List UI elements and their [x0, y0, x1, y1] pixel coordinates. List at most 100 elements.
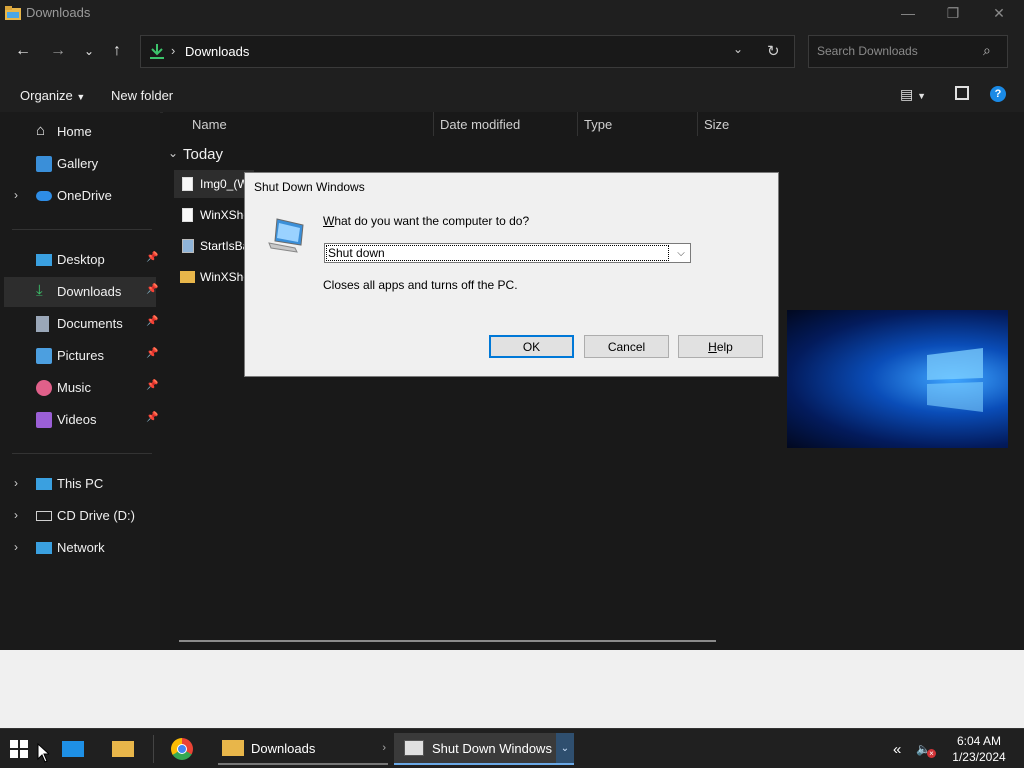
pin-icon: 📌: [146, 380, 159, 391]
chevron-right-icon[interactable]: ›: [14, 540, 18, 554]
chevron-right-icon[interactable]: ›: [14, 188, 18, 202]
close-button[interactable]: ✕: [976, 0, 1022, 26]
mute-badge-icon: ×: [926, 748, 936, 758]
command-bar: Organize ▼ New folder ▤ ▼ ?: [0, 78, 1024, 113]
desktop-icon: [62, 741, 84, 757]
breadcrumb-downloads[interactable]: Downloads: [185, 44, 249, 59]
desktop-icon: [36, 254, 52, 266]
group-header-today[interactable]: Today: [183, 146, 223, 163]
sidebar-item-cd-drive[interactable]: › CD Drive (D:): [4, 501, 156, 531]
minimize-icon: —: [901, 5, 915, 21]
music-icon: [36, 380, 52, 396]
sidebar-item-pictures[interactable]: Pictures 📌: [4, 341, 158, 371]
sidebar-item-music[interactable]: Music 📌: [4, 373, 159, 403]
column-header-date-modified[interactable]: Date modified: [440, 117, 520, 132]
maximize-button[interactable]: ❐: [930, 0, 976, 26]
sidebar-item-label: Home: [57, 124, 92, 139]
table-row[interactable]: Img0_(W: [174, 170, 254, 198]
access-key-w: W: [323, 214, 335, 228]
chevron-down-icon: ⌄: [83, 44, 95, 58]
forward-button[interactable]: →: [45, 38, 71, 64]
sidebar-item-label: Desktop: [57, 252, 105, 267]
file-icon: [182, 208, 193, 222]
sidebar-divider: [12, 229, 152, 230]
caret-down-icon: ▼: [917, 91, 927, 101]
sidebar-item-documents[interactable]: Documents 📌: [4, 309, 158, 339]
taskbar-file-explorer-button[interactable]: [112, 733, 138, 765]
group-collapse-icon[interactable]: ⌄: [168, 146, 178, 160]
preview-pane-icon[interactable]: [955, 86, 969, 100]
taskbar-shutdown-dialog-window[interactable]: Shut Down Windows ⌄: [394, 733, 574, 765]
ok-button[interactable]: OK: [489, 335, 574, 358]
taskbar-desktop-button[interactable]: [62, 733, 88, 765]
taskbar-chrome-button[interactable]: [171, 733, 197, 765]
chevron-double-left-icon: «: [893, 740, 902, 758]
search-icon: ⌕: [983, 42, 991, 58]
recent-locations-button[interactable]: ⌄: [76, 38, 102, 64]
new-folder-button[interactable]: New folder: [111, 88, 173, 103]
chevron-right-icon[interactable]: ›: [14, 476, 18, 490]
back-button[interactable]: ←: [10, 38, 36, 64]
sidebar-item-home[interactable]: ⌂ Home: [4, 117, 156, 147]
minimize-button[interactable]: —: [885, 0, 931, 26]
table-row[interactable]: StartIsBa: [174, 232, 254, 260]
gallery-icon: [36, 156, 52, 172]
address-bar[interactable]: › Downloads ⌄ ↻: [140, 35, 795, 68]
sidebar-item-this-pc[interactable]: › This PC: [4, 469, 156, 499]
address-dropdown-icon[interactable]: ⌄: [733, 42, 743, 56]
chevron-right-icon: ›: [382, 742, 386, 754]
horizontal-scrollbar[interactable]: [179, 640, 716, 642]
chevron-down-icon[interactable]: ⌵: [672, 244, 690, 262]
view-options-button[interactable]: ▤ ▼: [900, 86, 926, 103]
shutdown-option-select[interactable]: Shut down ⌵: [324, 243, 691, 263]
column-header-type[interactable]: Type: [584, 117, 612, 132]
chevron-right-icon[interactable]: ›: [14, 508, 18, 522]
up-button[interactable]: ↑: [104, 38, 130, 64]
sidebar-item-videos[interactable]: Videos 📌: [4, 405, 158, 435]
show-hidden-icons-button[interactable]: «: [893, 733, 911, 765]
sidebar-item-gallery[interactable]: Gallery: [4, 149, 156, 179]
cd-drive-icon: [36, 511, 52, 521]
clock[interactable]: 6:04 AM 1/23/2024: [944, 734, 1014, 766]
sidebar-item-label: Documents: [57, 316, 123, 331]
column-divider[interactable]: [577, 112, 578, 136]
organize-label: Organize: [20, 88, 73, 103]
column-divider[interactable]: [697, 112, 698, 136]
close-icon: ✕: [993, 4, 1005, 21]
taskbar-item-label: Shut Down Windows: [432, 740, 552, 756]
column-header-size[interactable]: Size: [704, 117, 729, 132]
folder-icon: [112, 741, 134, 757]
chevron-down-icon[interactable]: ⌄: [556, 733, 574, 763]
table-row[interactable]: WinXShe: [174, 263, 254, 291]
computer-icon: [268, 218, 304, 253]
help-button[interactable]: Help: [678, 335, 763, 358]
title-bar[interactable]: Downloads — ❐ ✕: [0, 0, 1024, 26]
sidebar-item-downloads[interactable]: ⤓ Downloads 📌: [4, 277, 158, 307]
search-box[interactable]: Search Downloads ⌕: [808, 35, 1008, 68]
windows-start-icon: [10, 740, 28, 758]
refresh-icon[interactable]: ↻: [767, 42, 780, 60]
home-icon: ⌂: [36, 122, 46, 139]
mouse-cursor-icon: [37, 743, 49, 763]
shortcut-file-icon: [182, 239, 194, 253]
table-row[interactable]: WinXShe: [174, 201, 254, 229]
taskbar-downloads-window[interactable]: Downloads ›: [218, 733, 388, 765]
access-key-h: H: [708, 339, 717, 354]
sidebar-item-network[interactable]: › Network: [4, 533, 156, 563]
sidebar-item-desktop[interactable]: Desktop 📌: [4, 245, 158, 275]
column-divider[interactable]: [433, 112, 434, 136]
sidebar-item-label: Network: [57, 540, 105, 555]
folder-icon: [5, 6, 21, 20]
help-label: elp: [716, 339, 733, 354]
start-button[interactable]: [10, 733, 40, 765]
arrow-up-icon: ↑: [113, 42, 121, 59]
cancel-button[interactable]: Cancel: [584, 335, 669, 358]
sidebar-item-label: Gallery: [57, 156, 99, 171]
column-header-name[interactable]: Name: [192, 117, 227, 132]
file-icon: [182, 177, 193, 191]
organize-button[interactable]: Organize ▼: [20, 88, 85, 103]
help-icon[interactable]: ?: [990, 86, 1006, 102]
download-icon: ⤓: [36, 282, 43, 299]
volume-button[interactable]: 🔈 ×: [916, 733, 938, 765]
sidebar-item-onedrive[interactable]: › OneDrive: [4, 181, 156, 211]
